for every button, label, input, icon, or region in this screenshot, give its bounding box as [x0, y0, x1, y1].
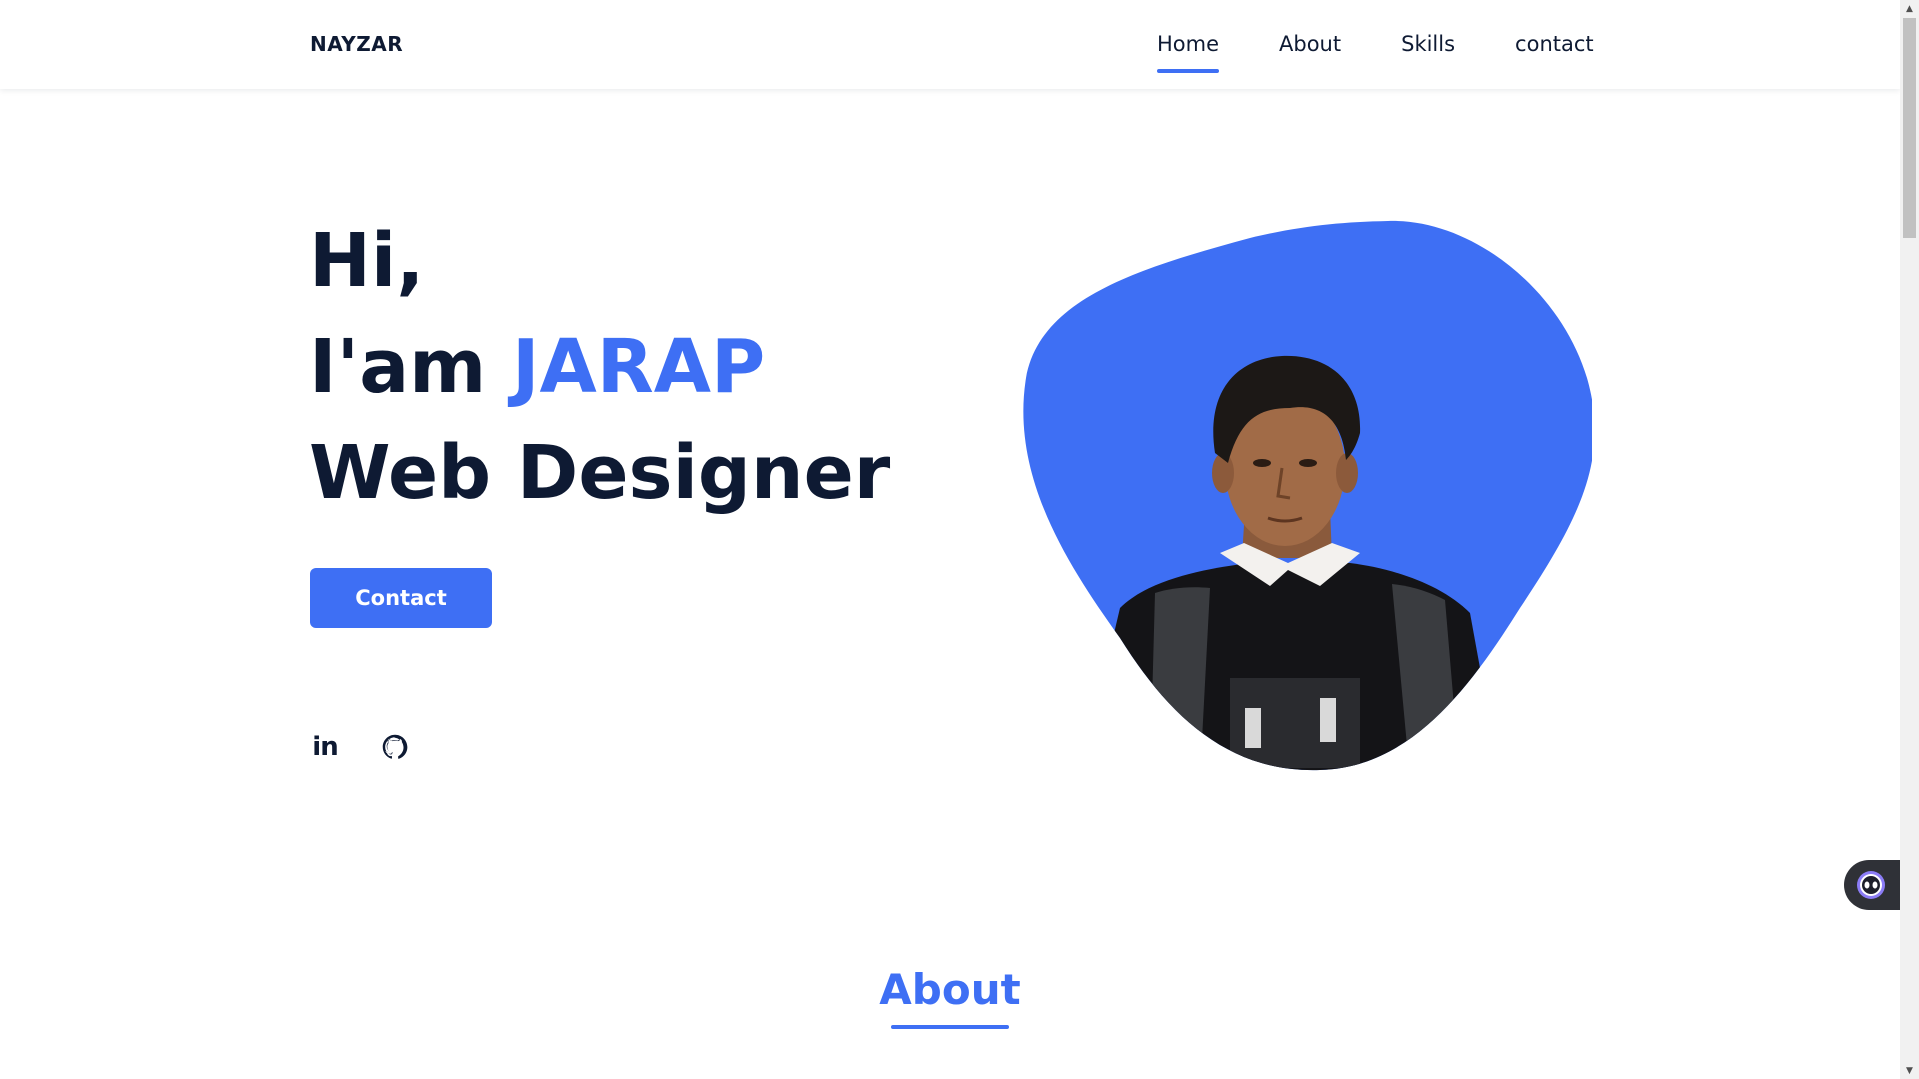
site-logo[interactable]: NAYZAR [310, 32, 403, 56]
vertical-scrollbar[interactable]: ▲ ▼ [1900, 0, 1919, 1079]
linkedin-link[interactable]: in [310, 732, 340, 762]
nav-about[interactable]: About [1279, 32, 1341, 56]
scroll-up-arrow[interactable]: ▲ [1900, 0, 1919, 17]
nav-skills[interactable]: Skills [1401, 32, 1455, 56]
assistant-widget[interactable] [1844, 860, 1900, 910]
nav-home[interactable]: Home [1157, 32, 1220, 73]
hero-intro-prefix: I'am [309, 324, 512, 410]
scroll-thumb[interactable] [1903, 18, 1916, 238]
hero-name: JARAP [512, 324, 766, 410]
hero-intro: I'am JARAP [309, 314, 890, 420]
site-header: NAYZAR Home About Skills contact [0, 0, 1900, 89]
hero-text: Hi, I'am JARAP Web Designer [309, 208, 890, 526]
assistant-face-icon [1857, 871, 1885, 899]
nav-contact[interactable]: contact [1515, 32, 1594, 56]
social-links: in [310, 732, 450, 762]
about-section-title: About [0, 965, 1900, 1029]
hero-image [1020, 218, 1595, 772]
page: NAYZAR Home About Skills contact Hi, I'a… [0, 0, 1900, 1079]
github-icon [382, 734, 408, 759]
github-link[interactable] [380, 732, 410, 762]
contact-button[interactable]: Contact [310, 568, 492, 628]
main-nav: Home About Skills contact [1157, 32, 1594, 73]
profile-photo [1023, 220, 1595, 771]
linkedin-icon: in [312, 732, 338, 762]
about-title: About [879, 965, 1021, 1029]
hero-role: Web Designer [309, 430, 891, 516]
hero-greeting: Hi, [309, 218, 425, 304]
scroll-down-arrow[interactable]: ▼ [1900, 1062, 1919, 1079]
